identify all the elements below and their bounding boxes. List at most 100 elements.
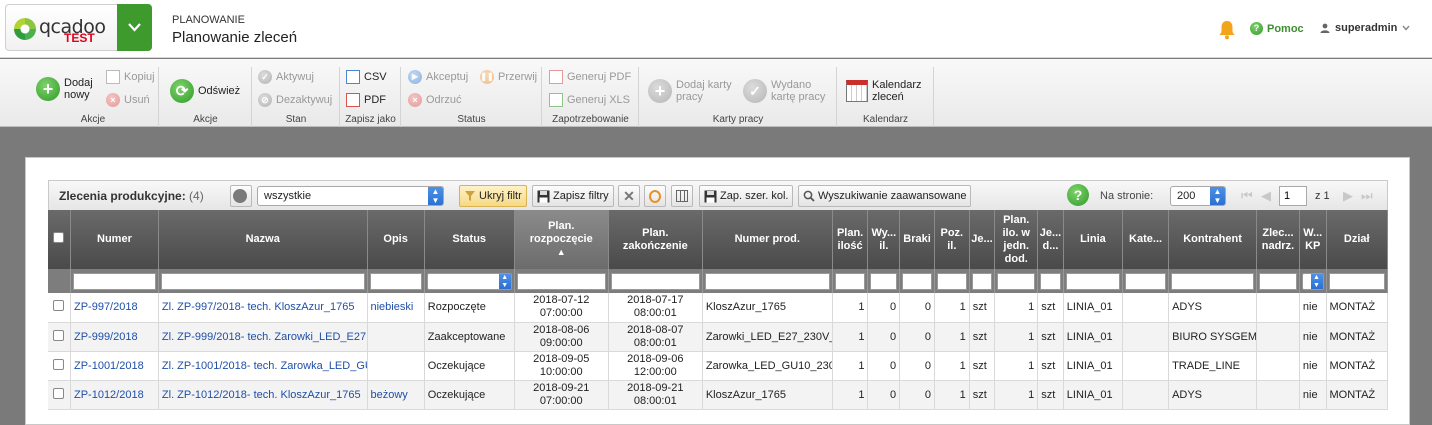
- export-csv-button[interactable]: CSV: [346, 70, 387, 84]
- wkp-filter-select[interactable]: ▲ ▼: [1301, 272, 1324, 290]
- add-new-button[interactable]: + Dodaj nowy: [36, 77, 96, 101]
- accept-button[interactable]: ▶ Akceptuj: [408, 70, 468, 84]
- table-cell[interactable]: Zl. ZP-1001/2018- tech. Zarowka_LED_GU10: [158, 351, 368, 381]
- table-cell[interactable]: Zl. ZP-999/2018- tech. Zarowki_LED_E27: [158, 322, 368, 352]
- next-page-icon[interactable]: ▶: [1343, 188, 1353, 204]
- select-all-header[interactable]: [48, 210, 71, 269]
- status-filter-select[interactable]: ▲ ▼: [426, 272, 512, 290]
- table-row[interactable]: ZP-1001/2018 Zl. ZP-1001/2018- tech. Zaro…: [48, 351, 1388, 381]
- column-header[interactable]: Kontrahent: [1168, 210, 1257, 269]
- filter-input[interactable]: [971, 272, 993, 290]
- advanced-search-button[interactable]: Wyszukiwanie zaawansowane: [798, 185, 972, 207]
- per-page-select[interactable]: 200 ▲ ▼: [1170, 186, 1226, 206]
- filter-input[interactable]: [902, 272, 932, 290]
- interrupt-button[interactable]: ❚❚ Przerwij: [480, 70, 537, 84]
- reset-button[interactable]: [644, 185, 666, 207]
- refresh-button[interactable]: ⟳ Odśwież: [170, 79, 240, 103]
- column-header[interactable]: Plan. ilo. w jedn. dod.: [994, 210, 1039, 269]
- table-cell[interactable]: Zl. ZP-1012/2018- tech. KloszAzur_1765: [158, 380, 368, 410]
- column-header[interactable]: Dział: [1326, 210, 1388, 269]
- filter-input[interactable]: [936, 272, 967, 290]
- column-header[interactable]: Poz. il.: [934, 210, 970, 269]
- row-select-cell[interactable]: [48, 293, 71, 323]
- filter-input[interactable]: [1040, 272, 1061, 290]
- floppy-icon: [704, 190, 717, 202]
- column-header[interactable]: Plan. ilość: [832, 210, 869, 269]
- first-page-icon[interactable]: ⏮: [1241, 188, 1253, 204]
- save-column-widths-button[interactable]: Zap. szer. kol.: [699, 185, 794, 207]
- column-header[interactable]: Status: [424, 210, 515, 269]
- reject-button[interactable]: × Odrzuć: [408, 93, 461, 107]
- filter-input[interactable]: [704, 272, 830, 290]
- issued-work-card-button[interactable]: ✓ Wydano kartę pracy: [743, 79, 829, 103]
- filter-input[interactable]: [997, 272, 1036, 290]
- table-cell[interactable]: ZP-1012/2018: [70, 380, 159, 410]
- row-checkbox[interactable]: [53, 300, 65, 312]
- user-menu[interactable]: superadmin: [1320, 22, 1410, 34]
- filter-input[interactable]: [870, 272, 898, 290]
- filter-input[interactable]: [1258, 272, 1297, 290]
- table-cell[interactable]: Zl. ZP-997/2018- tech. KloszAzur_1765: [158, 293, 368, 323]
- table-cell[interactable]: ZP-999/2018: [70, 322, 159, 352]
- select-all-checkbox[interactable]: [53, 232, 65, 243]
- deactivate-button[interactable]: ⊘ Dezaktywuj: [258, 93, 332, 107]
- filter-input[interactable]: [1328, 272, 1385, 290]
- table-row[interactable]: ZP-997/2018 Zl. ZP-997/2018- tech. KloszA…: [48, 293, 1388, 323]
- row-checkbox[interactable]: [53, 358, 65, 370]
- row-select-cell[interactable]: [48, 380, 71, 410]
- column-header[interactable]: Je...: [969, 210, 996, 269]
- clear-filters-button[interactable]: ✕: [618, 185, 640, 207]
- column-header-sorted[interactable]: Plan. rozpoczęcie ▲: [514, 210, 609, 269]
- filter-input[interactable]: [1125, 272, 1167, 290]
- predefined-filter-button[interactable]: [230, 185, 252, 207]
- column-header[interactable]: Opis: [367, 210, 425, 269]
- filter-input[interactable]: [369, 272, 422, 290]
- filter-input[interactable]: [834, 272, 866, 290]
- save-filters-button[interactable]: Zapisz filtry: [532, 185, 614, 207]
- help-link[interactable]: ? Pomoc: [1250, 22, 1304, 35]
- table-cell[interactable]: ZP-997/2018: [70, 293, 159, 323]
- row-checkbox[interactable]: [53, 387, 65, 399]
- filter-input[interactable]: [1065, 272, 1121, 290]
- row-checkbox[interactable]: [53, 329, 65, 341]
- predefined-filter-select[interactable]: wszystkie ▲ ▼: [257, 186, 444, 206]
- filter-input[interactable]: [72, 272, 156, 290]
- delete-button[interactable]: × Usuń: [106, 93, 150, 107]
- column-header[interactable]: Zlec... nadrz.: [1256, 210, 1300, 269]
- generate-pdf-button[interactable]: Generuj PDF: [549, 70, 631, 84]
- column-header[interactable]: Linia: [1063, 210, 1124, 269]
- page-number-input[interactable]: [1279, 186, 1307, 206]
- column-header[interactable]: W... KP: [1299, 210, 1327, 269]
- column-header[interactable]: Wy... il.: [867, 210, 901, 269]
- table-cell[interactable]: ZP-1001/2018: [70, 351, 159, 381]
- hide-filter-button[interactable]: Ukryj filtr: [459, 185, 527, 207]
- export-pdf-button[interactable]: PDF: [346, 93, 386, 107]
- filter-input[interactable]: [610, 272, 700, 290]
- column-header[interactable]: Kate...: [1122, 210, 1170, 269]
- table-row[interactable]: ZP-999/2018 Zl. ZP-999/2018- tech. Zarowk…: [48, 322, 1388, 352]
- table-row[interactable]: ZP-1012/2018 Zl. ZP-1012/2018- tech. Klos…: [48, 380, 1388, 410]
- column-header[interactable]: Braki: [899, 210, 935, 269]
- column-header[interactable]: Plan. zakończenie: [608, 210, 703, 269]
- add-work-cards-button[interactable]: + Dodaj karty pracy: [648, 79, 734, 103]
- column-header[interactable]: Je... d...: [1037, 210, 1064, 269]
- main-menu-button[interactable]: [117, 4, 152, 51]
- orders-calendar-button[interactable]: Kalendarz zleceń: [846, 79, 926, 103]
- last-page-icon[interactable]: ⏭: [1361, 188, 1373, 204]
- activate-button[interactable]: ✓ Aktywuj: [258, 70, 314, 84]
- row-select-cell[interactable]: [48, 351, 71, 381]
- column-header[interactable]: Numer: [70, 210, 159, 269]
- filter-input[interactable]: [1171, 272, 1254, 290]
- columns-button[interactable]: [671, 185, 693, 207]
- row-select-cell[interactable]: [48, 322, 71, 352]
- generate-xls-button[interactable]: Generuj XLS: [549, 93, 630, 107]
- column-header[interactable]: Nazwa: [158, 210, 368, 269]
- copy-button[interactable]: Kopiuj: [106, 70, 155, 84]
- prev-page-icon[interactable]: ◀: [1261, 188, 1271, 204]
- notifications-bell-icon[interactable]: [1218, 20, 1236, 43]
- app-logo[interactable]: qcadoo TEST: [5, 4, 117, 51]
- column-header[interactable]: Numer prod.: [702, 210, 833, 269]
- filter-input[interactable]: [516, 272, 606, 290]
- filter-input[interactable]: [160, 272, 365, 290]
- help-icon[interactable]: ?: [1067, 184, 1089, 206]
